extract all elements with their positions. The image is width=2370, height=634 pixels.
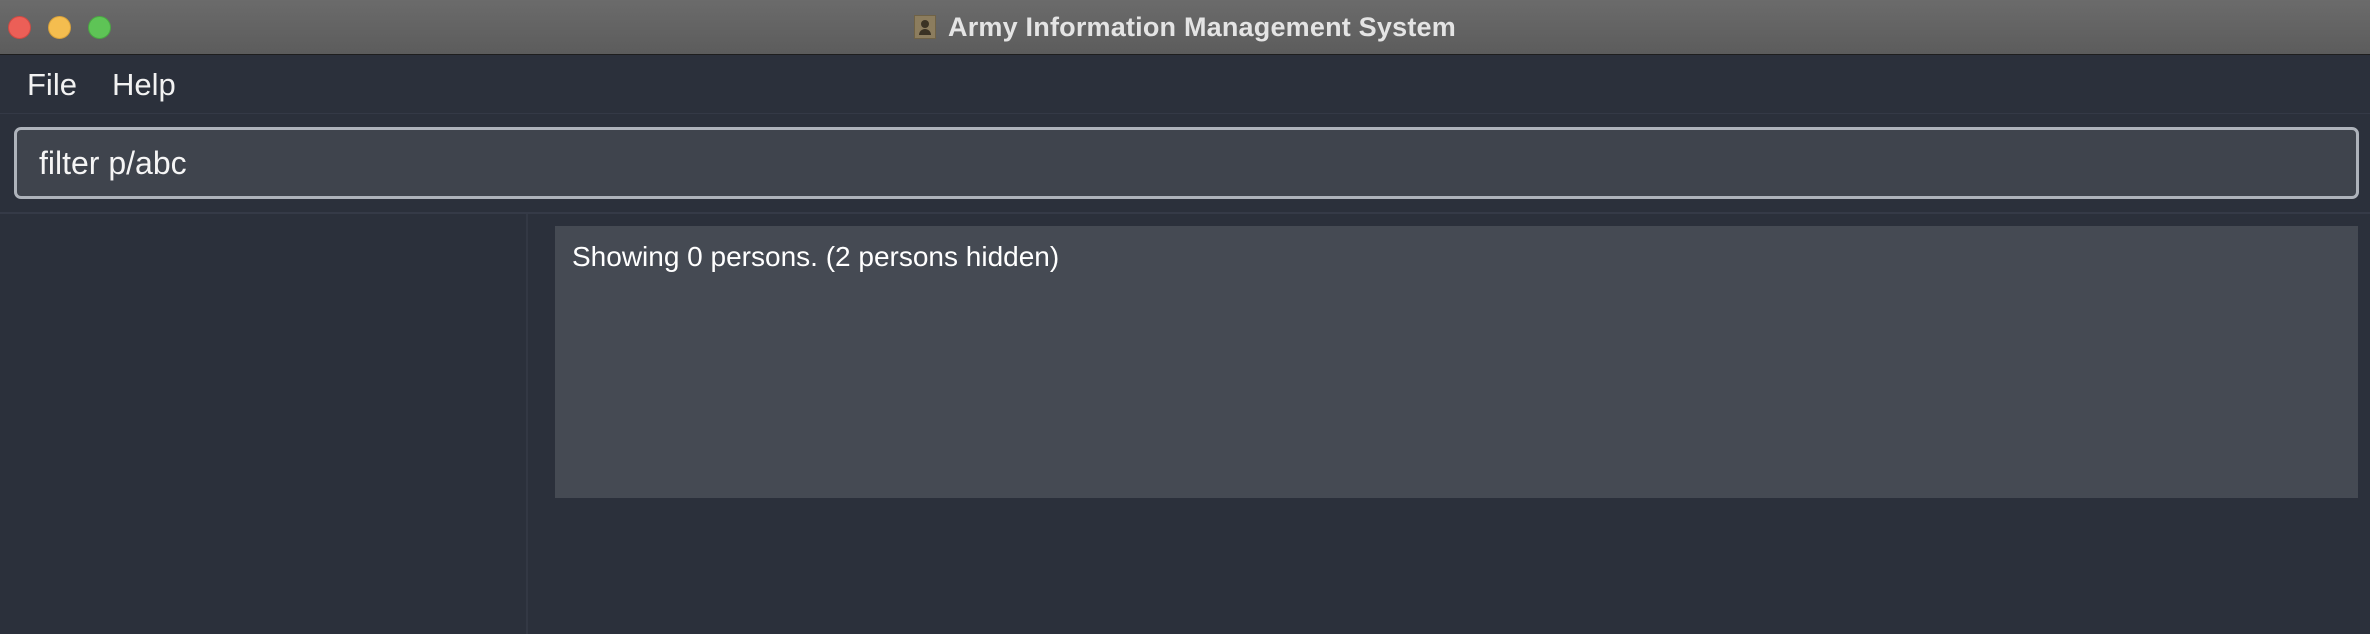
- menu-file[interactable]: File: [25, 66, 79, 104]
- window-title-group: Army Information Management System: [0, 0, 2370, 54]
- result-panel: Showing 0 persons. (2 persons hidden): [530, 214, 2370, 634]
- app-window: Army Information Management System File …: [0, 0, 2370, 634]
- person-list-panel[interactable]: [0, 214, 528, 634]
- menu-bar: File Help: [0, 56, 2370, 114]
- person-icon: [914, 15, 937, 39]
- command-input[interactable]: [14, 127, 2359, 199]
- result-display[interactable]: Showing 0 persons. (2 persons hidden): [555, 226, 2358, 498]
- menu-help[interactable]: Help: [110, 66, 178, 104]
- window-title: Army Information Management System: [948, 11, 1456, 42]
- title-bar[interactable]: Army Information Management System: [0, 0, 2370, 55]
